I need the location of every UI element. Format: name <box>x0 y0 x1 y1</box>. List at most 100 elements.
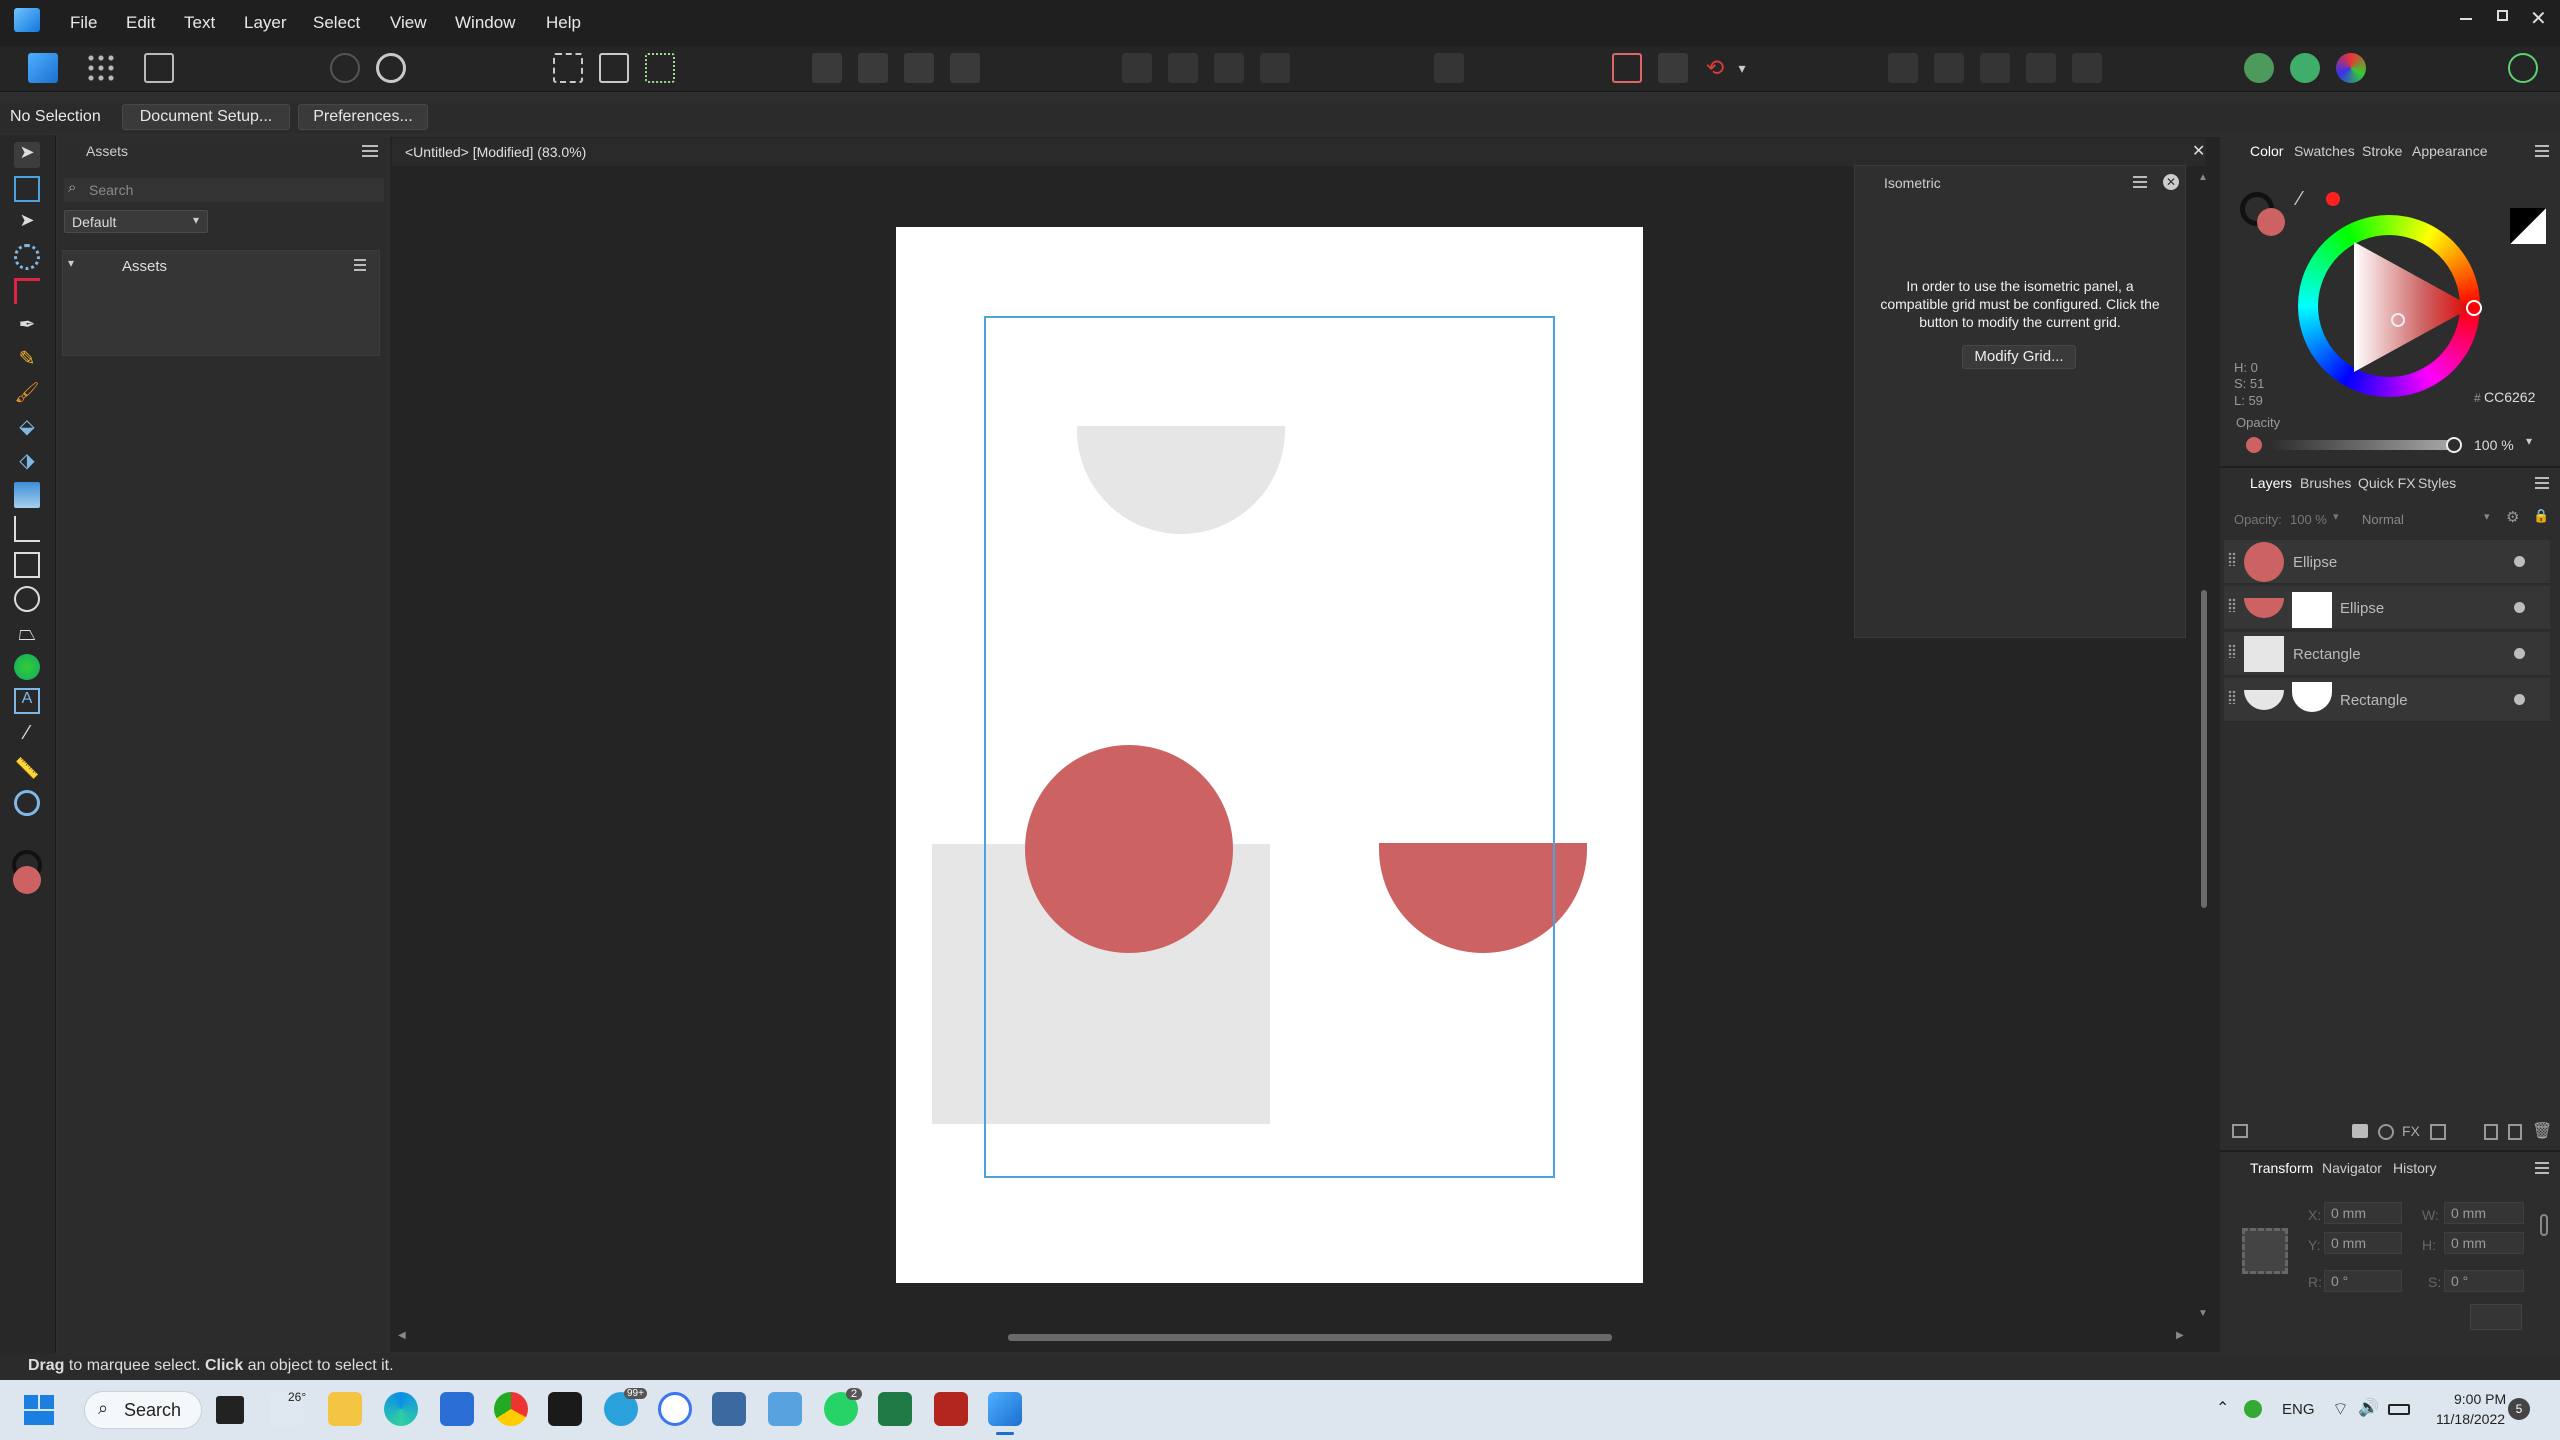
link-proportions-icon[interactable] <box>2540 1214 2548 1236</box>
anchor-selector-icon[interactable] <box>2242 1228 2288 1274</box>
arrange-forward-icon[interactable] <box>904 53 934 83</box>
modify-grid-button[interactable]: Modify Grid... <box>1962 345 2076 369</box>
tab-transform[interactable]: Transform <box>2250 1160 2313 1176</box>
document-setup-button[interactable]: Document Setup... <box>122 104 290 130</box>
scroll-down-arrow-icon[interactable]: ▼ <box>2198 1308 2208 1319</box>
menu-view[interactable]: View <box>390 13 427 33</box>
language-indicator[interactable]: ENG <box>2282 1401 2315 1418</box>
snapping-grid-icon[interactable] <box>1612 53 1642 83</box>
opacity-dropdown-chevron-icon[interactable]: ▾ <box>2526 434 2532 448</box>
adjustment-icon[interactable] <box>2378 1124 2394 1140</box>
group-icon[interactable] <box>2430 1124 2446 1140</box>
measure-tool-icon[interactable]: 📏 <box>14 756 40 782</box>
layer-visibility-icon[interactable] <box>2514 694 2525 705</box>
w-field[interactable]: 0 mm <box>2444 1202 2524 1224</box>
x-field[interactable]: 0 mm <box>2324 1202 2402 1224</box>
boolean-intersect-icon[interactable] <box>1980 53 2010 83</box>
acrobat-icon[interactable] <box>934 1392 968 1426</box>
eyedropper-icon[interactable]: ⁄ <box>2298 188 2301 211</box>
close-document-icon[interactable]: ✕ <box>2192 141 2205 161</box>
windows-start-icon[interactable] <box>24 1395 54 1425</box>
clock-time[interactable]: 9:00 PM <box>2454 1391 2506 1407</box>
assets-menu-icon[interactable] <box>362 145 378 157</box>
designer-persona-icon[interactable] <box>28 53 58 83</box>
volume-icon[interactable]: 🔊 <box>2358 1398 2379 1418</box>
tab-stroke[interactable]: Stroke <box>2362 143 2402 159</box>
excel-icon[interactable] <box>878 1392 912 1426</box>
layer-visibility-icon[interactable] <box>2514 648 2525 659</box>
transform-options-button[interactable] <box>2470 1304 2522 1330</box>
snapping-dropdown-chevron-icon[interactable]: ▾ <box>1733 53 1751 83</box>
crop-tool-icon[interactable] <box>14 516 40 542</box>
drag-handle-icon[interactable] <box>2228 690 2236 704</box>
menu-window[interactable]: Window <box>455 13 515 33</box>
drag-handle-icon[interactable] <box>2228 598 2236 612</box>
artistic-text-tool-icon[interactable]: A <box>14 688 40 714</box>
drag-handle-icon[interactable] <box>2228 644 2236 658</box>
black-white-swatch-icon[interactable] <box>2510 208 2546 244</box>
app-window-icon[interactable] <box>712 1392 746 1426</box>
menu-help[interactable]: Help <box>546 13 581 33</box>
tab-quick-fx[interactable]: Quick FX <box>2358 475 2416 491</box>
affinity-designer-icon[interactable] <box>988 1392 1022 1426</box>
vector-brush-tool-icon[interactable]: 🖌 <box>14 380 40 406</box>
duplicate-layer-icon[interactable] <box>2508 1124 2522 1140</box>
pencil-tool-icon[interactable]: ✎ <box>14 346 40 372</box>
clock-date[interactable]: 11/18/2022 <box>2436 1411 2505 1427</box>
drag-handle-icon[interactable] <box>2228 552 2236 566</box>
transform-panel-menu-icon[interactable] <box>2535 1162 2549 1174</box>
transparency-tool-icon[interactable]: ⬗ <box>14 448 40 474</box>
file-explorer-icon[interactable] <box>328 1392 362 1426</box>
shear-field[interactable]: 0 ° <box>2444 1270 2524 1292</box>
scroll-left-arrow-icon[interactable]: ◀ <box>398 1330 406 1341</box>
move-tool-icon[interactable]: ➤ <box>14 142 40 168</box>
layer-name[interactable]: Rectangle <box>2293 646 2361 663</box>
boolean-add-icon[interactable] <box>1888 53 1918 83</box>
preferences-button[interactable]: Preferences... <box>298 104 428 130</box>
shape-tool-icon[interactable]: ⏢ <box>14 620 40 646</box>
boolean-xor-icon[interactable] <box>2026 53 2056 83</box>
menu-text[interactable]: Text <box>184 13 215 33</box>
ellipse-tool-icon[interactable] <box>14 586 40 612</box>
edge-browser-icon[interactable] <box>384 1392 418 1426</box>
scroll-right-arrow-icon[interactable]: ▶ <box>2176 1330 2184 1341</box>
tab-swatches[interactable]: Swatches <box>2294 143 2355 159</box>
opacity-slider-handle[interactable] <box>2446 437 2462 453</box>
fill-color-icon[interactable] <box>13 866 41 894</box>
blend-mode-chevron-icon[interactable]: ▾ <box>2484 510 2490 523</box>
minimize-button[interactable] <box>2460 18 2472 20</box>
point-transform-tool-icon[interactable] <box>14 244 40 270</box>
blend-mode-value[interactable]: Normal <box>2362 512 2404 527</box>
hex-field[interactable]: CC6262 <box>2484 389 2535 405</box>
isometric-tab[interactable]: Isometric <box>1884 175 1941 191</box>
close-window-button[interactable]: ✕ <box>2530 6 2547 31</box>
artboard-tool-icon[interactable] <box>14 176 40 202</box>
layer-settings-gear-icon[interactable]: ⚙ <box>2506 508 2519 526</box>
select-invert-icon[interactable] <box>645 53 675 83</box>
insert-behind-icon[interactable] <box>2290 53 2320 83</box>
fill-swatch-icon[interactable] <box>2257 208 2285 236</box>
rotate-left-icon[interactable] <box>1214 53 1244 83</box>
arrange-backward-icon[interactable] <box>858 53 888 83</box>
color-panel-menu-icon[interactable] <box>2535 145 2549 157</box>
snapping-icon[interactable] <box>330 53 360 83</box>
rectangle-tool-icon[interactable] <box>14 552 40 578</box>
battery-icon[interactable] <box>2388 1404 2410 1415</box>
opacity-slider[interactable] <box>2270 440 2456 450</box>
flip-vertical-icon[interactable] <box>1168 53 1198 83</box>
add-layer-icon[interactable] <box>2484 1124 2498 1140</box>
opacity-value[interactable]: 100 % <box>2474 437 2514 453</box>
pixel-persona-icon[interactable] <box>86 53 116 83</box>
delete-layer-icon[interactable]: 🗑 <box>2532 1121 2552 1141</box>
account-icon[interactable] <box>2508 53 2538 83</box>
settings-gear-icon[interactable] <box>376 53 406 83</box>
menu-layer[interactable]: Layer <box>244 13 287 33</box>
task-view-icon[interactable] <box>216 1396 244 1424</box>
gradient-shape-tool-icon[interactable] <box>14 654 40 680</box>
layer-lock-icon[interactable]: 🔒 <box>2533 508 2549 524</box>
fill-tool-icon[interactable]: ⬙ <box>14 414 40 440</box>
microsoft-store-icon[interactable] <box>440 1392 474 1426</box>
select-fill-icon[interactable] <box>599 53 629 83</box>
place-image-tool-icon[interactable] <box>14 482 40 508</box>
layer-name[interactable]: Rectangle <box>2340 692 2408 709</box>
